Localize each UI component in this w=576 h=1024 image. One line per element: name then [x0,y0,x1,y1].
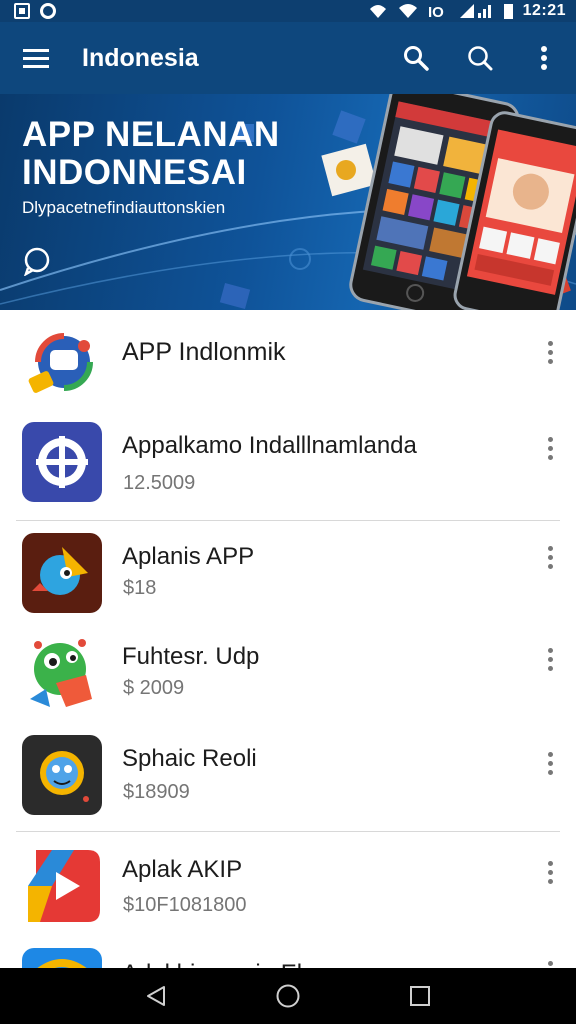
wifi-icon [398,4,417,18]
chat-bubbles-app-icon [28,333,93,393]
home-icon [276,984,300,1008]
more-options-button[interactable] [536,428,564,468]
red-play-app-icon [28,850,100,922]
list-item[interactable]: Aplak AKIP $10F1081800 [0,832,576,942]
status-time: 12:21 [522,2,566,19]
back-icon [147,986,165,1006]
back-button[interactable] [136,976,176,1016]
menu-button[interactable] [0,22,72,94]
more-options-button[interactable] [536,952,564,968]
app-price: $18909 [123,781,190,803]
banner-title: APP NELANAN INDONNESAI [22,116,280,192]
more-options-button[interactable] [536,743,564,783]
search-icon [404,46,429,71]
app-name: Appalkamo Indalllnamlanda [122,432,417,459]
app-name: Fuhtesr. Udp [122,643,260,670]
app-name: APP Indlonmik [122,338,286,366]
more-vert-icon [541,46,547,70]
app-name: Aplanis APP [122,543,255,570]
status-bar: IO 12:21 [0,0,576,22]
blue-arc-app-icon [22,948,102,968]
banner-title-line1: APP NELANAN [22,115,280,154]
app-price: $18 [123,577,157,599]
screenshot-icon [14,3,30,19]
search-button[interactable] [384,22,448,94]
chat-bubble-icon [24,247,50,276]
list-item[interactable]: Aplanis APP $18 [0,521,576,623]
app-price: $10F1081800 [123,894,247,916]
recents-icon [410,986,430,1006]
list-item[interactable]: Appalkamo Indalllnamlanda 12.5009 [0,410,576,520]
search-icon [468,46,493,71]
recents-button[interactable] [400,976,440,1016]
wifi-calling-icon [369,5,386,18]
app-toolbar: Indonesia [0,22,576,94]
home-button[interactable] [268,976,308,1016]
more-options-button[interactable] [536,639,564,679]
bird-app-icon [22,533,102,613]
overflow-menu-button[interactable] [512,22,576,94]
banner-subtitle: Dlypacetnefindiauttonskien [22,198,226,217]
list-item[interactable]: Arlakbigamaiu Eloe [0,942,576,968]
sync-icon [40,3,56,19]
green-monster-app-icon [30,639,92,707]
alarm-icon: IO [428,4,444,19]
blue-creature-app-icon [22,735,102,815]
list-item[interactable]: Fuhtesr. Udp $ 2009 [0,623,576,725]
app-price: 12.5009 [123,472,196,494]
app-name: Sphaic Reoli [122,745,257,772]
promo-banner[interactable]: APP NELANAN INDONNESAI Dlypacetnefindiau… [0,94,576,310]
app-name: Arlakbigamaiu Eloe [122,960,329,968]
more-options-button[interactable] [536,537,564,577]
more-options-button[interactable] [536,852,564,892]
globe-compass-app-icon [22,422,102,502]
svg-text:IO: IO [428,4,444,19]
more-options-button[interactable] [536,332,564,372]
signal-icon [459,4,491,18]
app-name: Aplak AKIP [122,856,243,883]
hamburger-menu-icon [23,49,49,68]
search-button-2[interactable] [448,22,512,94]
list-item[interactable]: Sphaic Reoli $18909 [0,725,576,831]
battery-icon [503,4,513,19]
list-item[interactable]: APP Indlonmik [0,310,576,410]
app-price: $ 2009 [123,677,185,699]
banner-title-line2: INDONNESAI [22,153,247,192]
toolbar-title: Indonesia [82,43,199,72]
system-nav-bar [0,968,576,1024]
